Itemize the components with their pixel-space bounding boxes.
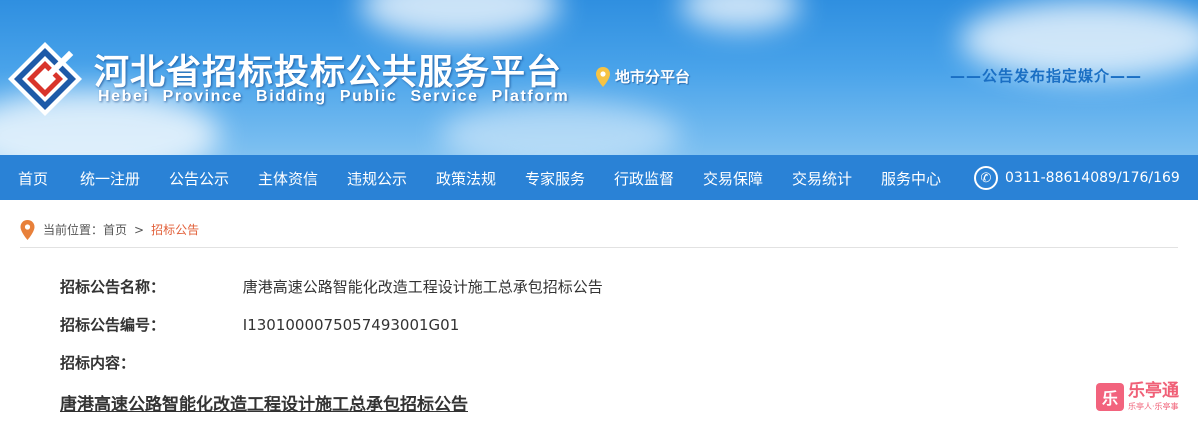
location-pin-icon [20,219,35,240]
nav-item-violations[interactable]: 违规公示 [347,168,407,189]
notice-content-label: 招标内容： [60,354,136,372]
nav-item-policies[interactable]: 政策法规 [436,168,496,189]
cloud-decoration [680,0,800,30]
watermark: 乐 乐亭通 乐亭人·乐亭事 [1096,383,1179,411]
notice-code-label: 招标公告编号： [60,316,166,334]
breadcrumb-prefix: 当前位置： [43,223,104,237]
phone-number: 0311-88614089/176/169 [1005,170,1180,186]
notice-name-value: 唐港高速公路智能化改造工程设计施工总承包招标公告 [242,278,603,296]
cloud-decoration [440,100,680,155]
notice-code-row: 招标公告编号： I1301000075057493001G01 [60,314,459,335]
breadcrumb-current[interactable]: 招标公告 [151,221,199,238]
phone-icon: ✆ [974,166,998,190]
notice-title-link[interactable]: 唐港高速公路智能化改造工程设计施工总承包招标公告 [60,390,468,415]
nav-item-supervision[interactable]: 行政监督 [614,168,674,189]
notice-name-label: 招标公告名称： [60,278,166,296]
breadcrumb-home[interactable]: 首页 [103,221,127,238]
nav-item-guarantee[interactable]: 交易保障 [703,168,763,189]
cloud-decoration [360,0,560,40]
header-banner: 河北省招标投标公共服务平台 Hebei Province Bidding Pub… [0,0,1198,155]
city-platform-label: 地市分平台 [615,68,691,86]
nav-item-credit[interactable]: 主体资信 [258,168,318,189]
nav-item-experts[interactable]: 专家服务 [525,168,585,189]
notice-code-value: I1301000075057493001G01 [242,316,460,334]
watermark-badge-icon: 乐 [1096,383,1124,411]
watermark-sub: 乐亭人·乐亭事 [1128,402,1179,411]
nav-item-home[interactable]: 首页 [18,168,48,189]
location-pin-icon [596,66,610,87]
breadcrumb-separator: > [134,222,145,237]
notice-content-row: 招标内容： [60,352,238,373]
site-subtitle: Hebei Province Bidding Public Service Pl… [98,88,570,105]
slogan: ——公告发布指定媒介—— [950,67,1143,85]
phone-contact: ✆ 0311-88614089/176/169 [974,166,1180,190]
nav-item-announcements[interactable]: 公告公示 [169,168,229,189]
city-platform-link[interactable]: 地市分平台 [596,66,690,87]
nav-item-statistics[interactable]: 交易统计 [792,168,852,189]
diamond-logo-icon[interactable] [6,40,84,118]
breadcrumb: 当前位置： 首页 > 招标公告 [20,212,1178,248]
notice-name-row: 招标公告名称： 唐港高速公路智能化改造工程设计施工总承包招标公告 [60,276,603,297]
watermark-main: 乐亭通 [1128,381,1179,401]
nav-item-register[interactable]: 统一注册 [80,168,140,189]
main-nav: 首页 统一注册 公告公示 主体资信 违规公示 政策法规 专家服务 行政监督 交易… [0,155,1198,200]
nav-item-service-center[interactable]: 服务中心 [881,168,941,189]
